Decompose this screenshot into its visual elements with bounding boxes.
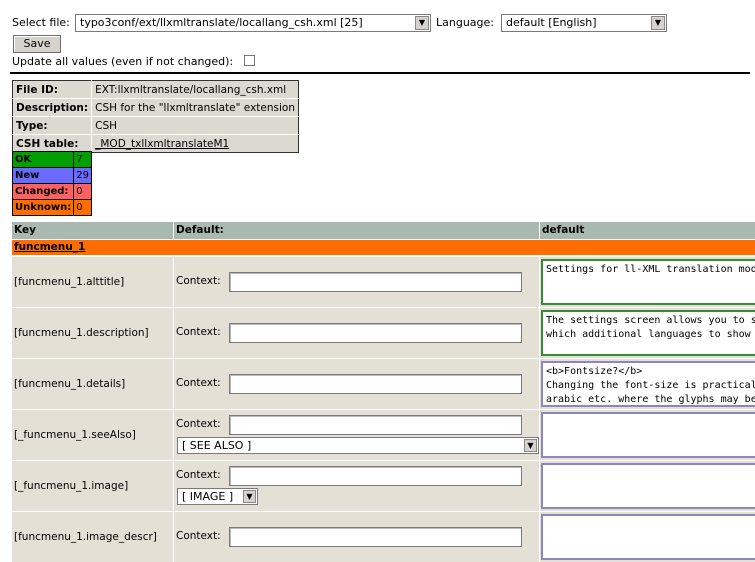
col-key-header: Key (14, 224, 36, 236)
section-bar: funcmenu_1 (12, 240, 755, 255)
file-info-value: EXT:llxmltranslate/locallang_csh.xml (91, 80, 299, 99)
chevron-down-icon: ▼ (524, 439, 537, 452)
translation-textarea[interactable]: The settings screen allows you to sele w… (541, 310, 755, 356)
file-info-row: File ID: EXT:llxmltranslate/locallang_cs… (13, 80, 299, 99)
context-label: Context: (176, 418, 221, 430)
row-key: [funcmenu_1.image_descr] (14, 531, 157, 543)
column-divider (539, 257, 540, 307)
file-info-key: CSH table: (12, 134, 92, 153)
column-divider (539, 410, 540, 460)
context-input[interactable] (229, 527, 522, 547)
table-row: [_funcmenu_1.seeAlso] Context: [ SEE ALSO … (12, 409, 755, 460)
status-row-unknown: Unknown: 0 (12, 199, 92, 216)
see-also-select[interactable]: [ SEE ALSO ] ▼ (177, 437, 539, 454)
translation-textarea[interactable]: <b>Fontsize?</b> Changing the font-size … (541, 361, 755, 407)
column-divider (173, 410, 174, 460)
grid-header: Key Default: default (12, 222, 755, 239)
column-divider (539, 308, 540, 358)
translation-textarea[interactable] (541, 463, 755, 509)
update-all-label: Update all values (even if not changed): (12, 55, 234, 68)
row-key: [funcmenu_1.details] (14, 378, 126, 390)
select-value: [ SEE ALSO ] (182, 439, 252, 452)
column-divider (173, 461, 174, 511)
status-row-new: New 29 (12, 167, 92, 184)
status-label: OK (12, 151, 74, 168)
col-default-header: Default: (176, 224, 224, 236)
column-divider (539, 461, 540, 511)
col-language-header: default (542, 224, 585, 236)
file-info-row: Description: CSH for the "llxmltranslate… (12, 98, 299, 117)
file-info-value: CSH (91, 116, 299, 135)
row-key: [_funcmenu_1.image] (14, 480, 129, 492)
file-info-key: File ID: (16, 83, 58, 96)
context-label: Context: (176, 469, 221, 481)
column-divider (173, 512, 174, 562)
select-file-label: Select file: (12, 16, 70, 29)
file-info-row: Type: CSH (12, 116, 299, 135)
context-label: Context: (176, 275, 221, 287)
image-select[interactable]: [ IMAGE ] ▼ (177, 488, 258, 505)
column-divider (173, 257, 174, 307)
status-count: 29 (73, 167, 92, 184)
language-select-value: default [English] (506, 16, 597, 29)
file-select-value: typo3conf/ext/llxmltranslate/locallang_c… (80, 16, 363, 29)
table-row: [_funcmenu_1.image] Context: [ IMAGE ] ▼ (12, 460, 755, 511)
file-info-value: CSH for the "llxmltranslate" extension (91, 98, 299, 117)
table-row: [funcmenu_1.alttitle] Context: Settings fo… (12, 256, 755, 307)
file-select[interactable]: typo3conf/ext/llxmltranslate/locallang_c… (75, 14, 431, 32)
column-divider (539, 512, 540, 562)
status-label: New (12, 167, 74, 184)
status-row-ok: OK 7 (12, 151, 92, 168)
csh-table-link[interactable]: _MOD_txllxmltranslateM1 (91, 134, 299, 153)
context-input[interactable] (229, 415, 522, 435)
status-row-changed: Changed: 0 (12, 183, 92, 200)
row-key: [_funcmenu_1.seeAlso] (14, 429, 136, 441)
file-info-row: CSH table: _MOD_txllxmltranslateM1 (12, 134, 299, 153)
divider (10, 72, 750, 74)
status-counts: OK 7 New 29 Changed: 0 Unknown: 0 (12, 151, 92, 216)
row-key: [funcmenu_1.alttitle] (14, 276, 125, 288)
translation-textarea[interactable] (541, 412, 755, 458)
column-divider (539, 222, 540, 239)
translation-textarea[interactable]: Settings for ll-XML translation module (541, 259, 755, 305)
status-label: Changed: (12, 183, 74, 200)
column-divider (173, 222, 174, 239)
file-info-table: File ID: EXT:llxmltranslate/locallang_cs… (12, 80, 299, 153)
table-row: [funcmenu_1.image_descr] Context: (12, 511, 755, 562)
column-divider (173, 359, 174, 409)
context-label: Context: (176, 377, 221, 389)
file-info-key: Type: (12, 116, 92, 135)
column-divider (173, 308, 174, 358)
status-count: 0 (73, 199, 92, 216)
table-row: [funcmenu_1.description] Context: The sett… (12, 307, 755, 358)
status-count: 0 (73, 183, 92, 200)
section-link[interactable]: funcmenu_1 (14, 241, 85, 253)
context-input[interactable] (229, 323, 522, 343)
row-key: [funcmenu_1.description] (14, 327, 149, 339)
table-row: [funcmenu_1.details] Context: <b>Fontsize?… (12, 358, 755, 409)
column-divider (539, 359, 540, 409)
status-count: 7 (73, 151, 92, 168)
chevron-down-icon: ▼ (243, 490, 256, 503)
context-label: Context: (176, 530, 221, 542)
chevron-down-icon: ▼ (415, 16, 429, 30)
language-select[interactable]: default [English] ▼ (501, 14, 667, 32)
file-info-key: Description: (12, 98, 92, 117)
context-input[interactable] (229, 272, 522, 292)
context-input[interactable] (229, 374, 522, 394)
chevron-down-icon: ▼ (651, 16, 665, 30)
translation-textarea[interactable] (541, 514, 755, 560)
status-label: Unknown: (12, 199, 74, 216)
context-label: Context: (176, 326, 221, 338)
update-all-checkbox[interactable] (244, 55, 255, 66)
save-button[interactable]: Save (13, 35, 61, 53)
context-input[interactable] (229, 466, 522, 486)
select-value: [ IMAGE ] (182, 490, 234, 503)
language-label: Language: (436, 16, 494, 29)
